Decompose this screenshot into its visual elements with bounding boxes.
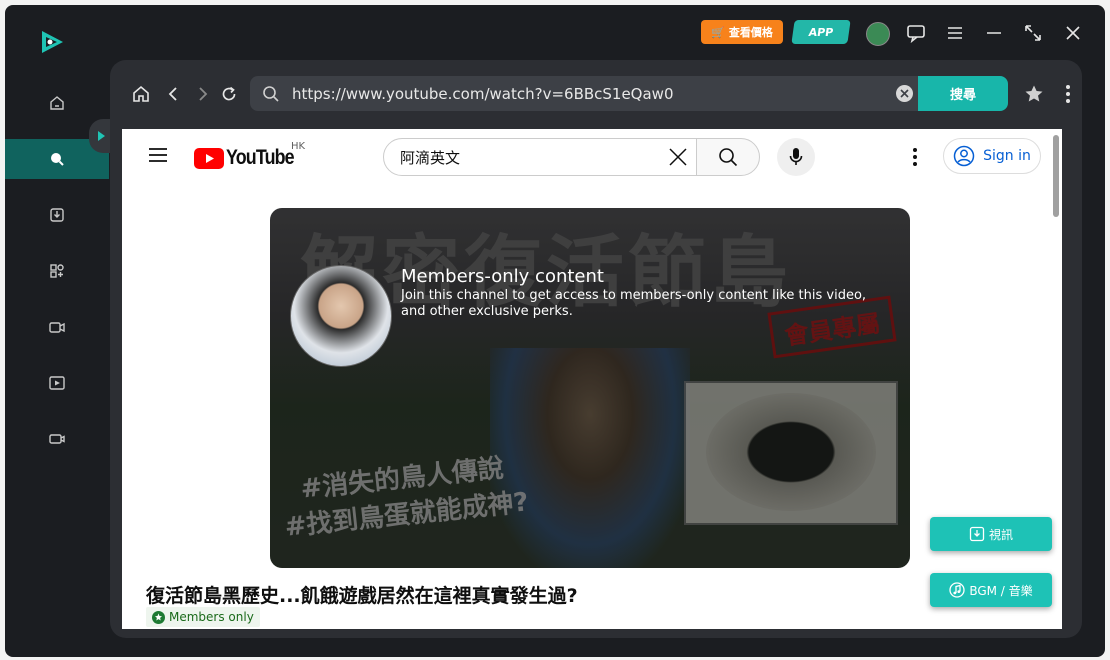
chevron-right-icon <box>98 131 105 141</box>
url-search-button[interactable]: 搜尋 <box>918 76 1008 111</box>
sign-in-label: Sign in <box>983 148 1031 164</box>
yt-sign-in-button[interactable]: Sign in <box>943 138 1041 174</box>
browser-panel: https://www.youtube.com/watch?v=6BBcS1eQ… <box>110 60 1082 638</box>
youtube-logo[interactable]: YouTube HK <box>194 141 306 170</box>
sidebar-home[interactable] <box>5 83 109 123</box>
sidebar-hd-recorder[interactable] <box>5 419 109 459</box>
yt-search-input[interactable]: 阿滴英文 <box>400 147 460 168</box>
feedback-icon[interactable] <box>904 21 928 45</box>
download-icon <box>969 526 985 542</box>
restore-icon[interactable] <box>1021 21 1045 45</box>
apps-icon <box>50 264 64 278</box>
sidebar-downloads[interactable] <box>5 195 109 235</box>
yt-settings-more-icon[interactable] <box>912 147 918 171</box>
members-only-badge: Members only <box>146 607 260 627</box>
forward-icon[interactable] <box>190 82 214 106</box>
play-frame-icon <box>49 376 65 390</box>
download-audio-label: BGM / 音樂 <box>969 583 1033 598</box>
star-badge-icon <box>152 610 165 624</box>
microphone-icon <box>789 148 803 165</box>
back-icon[interactable] <box>162 82 186 106</box>
app-window: 🛒 查看價格 APP https://www.youtube.com/watch… <box>5 5 1105 657</box>
bookmark-star-icon[interactable] <box>1022 82 1046 106</box>
sidebar-video-converter[interactable] <box>5 307 109 347</box>
view-price-label: 查看價格 <box>728 26 773 39</box>
search-icon <box>51 153 64 166</box>
members-only-label: Members only <box>169 610 254 624</box>
app-logo <box>35 25 69 59</box>
yt-search-box[interactable]: 阿滴英文 <box>383 138 697 176</box>
more-vertical-icon[interactable] <box>1056 82 1080 106</box>
close-icon[interactable] <box>1061 21 1085 45</box>
page-scrollbar[interactable] <box>1053 135 1059 217</box>
video-camera-icon <box>49 322 65 333</box>
yt-clear-icon[interactable] <box>668 147 688 171</box>
account-circle-icon <box>953 145 975 167</box>
url-search-icon <box>263 86 279 102</box>
download-audio-button[interactable]: BGM / 音樂 <box>930 573 1052 607</box>
home-icon <box>50 96 64 110</box>
menu-icon[interactable] <box>943 21 967 45</box>
yt-menu-icon[interactable] <box>148 147 168 167</box>
user-avatar[interactable] <box>866 22 890 46</box>
yt-search-button[interactable] <box>696 138 760 176</box>
members-only-description: Join this channel to get access to membe… <box>401 288 867 319</box>
yt-region: HK <box>291 141 306 152</box>
sidebar-toolbox[interactable] <box>5 251 109 291</box>
url-text[interactable]: https://www.youtube.com/watch?v=6BBcS1eQ… <box>292 85 674 103</box>
app-promo-label: APP <box>807 25 835 39</box>
youtube-play-icon <box>194 147 224 169</box>
video-player[interactable]: 解密復活節島 會員專屬 #消失的鳥人傳說 #找到鳥蛋就能成神? Members-… <box>270 208 910 568</box>
clear-url-icon[interactable] <box>896 85 913 102</box>
hd-camera-icon <box>49 434 65 444</box>
cart-icon: 🛒 <box>711 25 725 39</box>
download-video-button[interactable]: 視訊 <box>930 517 1052 551</box>
youtube-wordmark: YouTube <box>226 146 295 169</box>
yt-voice-search-button[interactable] <box>777 138 815 176</box>
members-overlay <box>270 208 910 568</box>
yt-search-icon <box>719 148 738 167</box>
download-box-icon <box>50 208 64 222</box>
sidebar-video-editor[interactable] <box>5 363 109 403</box>
music-icon <box>949 582 965 598</box>
video-title: 復活節島黑歷史...飢餓遊戲居然在這裡真實發生過? <box>146 585 578 607</box>
channel-avatar[interactable] <box>290 265 392 367</box>
app-promo-button[interactable]: APP <box>791 20 851 44</box>
home-nav-icon[interactable] <box>129 82 153 106</box>
url-bar[interactable]: https://www.youtube.com/watch?v=6BBcS1eQ… <box>250 76 920 111</box>
download-video-label: 視訊 <box>988 527 1013 542</box>
reload-icon[interactable] <box>217 82 241 106</box>
view-price-button[interactable]: 🛒 查看價格 <box>701 20 783 44</box>
web-page: YouTube HK 阿滴英文 Sign in 解密復活節島 會員專屬 #消失的… <box>122 129 1062 629</box>
members-only-title: Members-only content <box>401 266 604 287</box>
minimize-icon[interactable] <box>982 21 1006 45</box>
